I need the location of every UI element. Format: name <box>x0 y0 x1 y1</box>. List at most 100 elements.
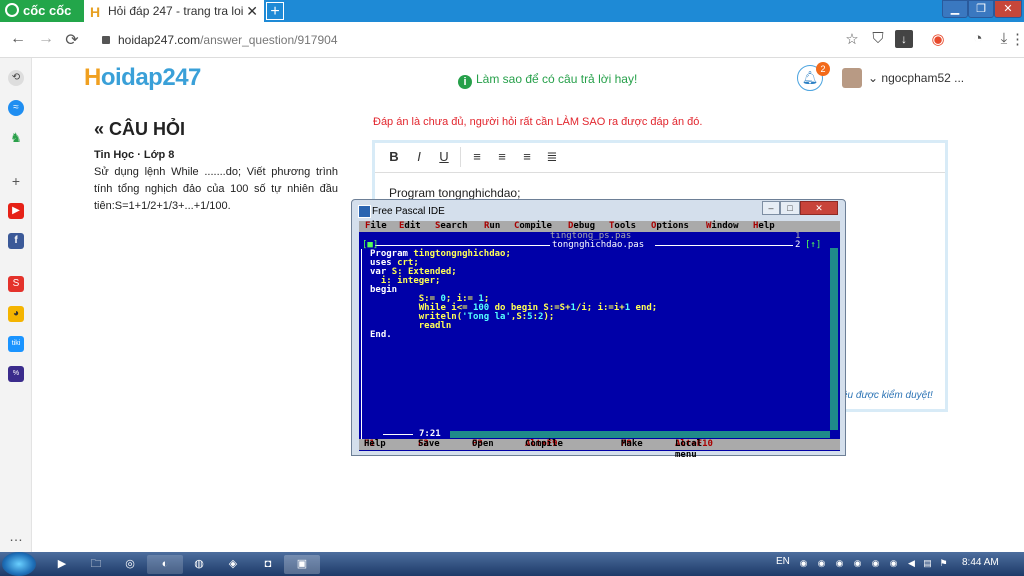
zalo-icon[interactable]: ◘ <box>250 555 286 574</box>
question-heading: « CÂU HỎI <box>94 119 186 139</box>
start-button[interactable] <box>2 552 36 576</box>
new-tab-button[interactable]: + <box>266 2 284 20</box>
back-icon[interactable]: ← <box>8 30 28 48</box>
fp-menu-window[interactable]: Window <box>706 221 739 232</box>
italic-button[interactable]: I <box>411 149 427 165</box>
logo-text: oidap247 <box>100 64 202 91</box>
howto-link[interactable]: i Làm sao để có câu trả lời hay! <box>458 70 637 89</box>
fp-zoom-box-icon[interactable]: [↑] <box>805 241 821 250</box>
fp-menu-file[interactable]: File <box>365 221 387 232</box>
avatar[interactable] <box>842 68 862 88</box>
underline-button[interactable]: U <box>436 149 452 165</box>
free-pascal-taskbar-icon[interactable]: ▣ <box>284 555 320 574</box>
info-icon: i <box>458 75 472 89</box>
question-subject: Tin Học · Lớp 8 <box>94 149 175 161</box>
fp-status-bar: F1 Help F2 Save F3 Open Alt+F9 Compile F… <box>359 439 840 460</box>
youtube-icon[interactable]: ▶ <box>8 203 24 219</box>
align-justify-icon[interactable]: ≣ <box>544 149 560 165</box>
volume-icon[interactable]: ◀ <box>906 558 917 569</box>
fp-menu-search[interactable]: Search <box>435 221 468 232</box>
fp-horizontal-scrollbar[interactable] <box>450 431 830 438</box>
align-right-icon[interactable]: ≡ <box>519 149 535 165</box>
fp-window-title: Free Pascal IDE <box>372 206 445 217</box>
close-window-button[interactable]: ✕ <box>994 0 1022 18</box>
minimize-button[interactable]: ▁ <box>942 0 968 18</box>
add-app-icon[interactable]: + <box>8 173 24 189</box>
site-logo[interactable]: Hoidap247 <box>84 64 201 92</box>
more-icon[interactable]: … <box>8 528 24 544</box>
tray-icon[interactable]: ◉ <box>888 558 899 569</box>
toolbar-divider <box>460 147 461 167</box>
coccoc-menu-button[interactable]: cốc cốc <box>0 0 84 22</box>
language-indicator[interactable]: EN <box>776 556 790 567</box>
explorer-icon[interactable]: 🗀︎ <box>78 555 114 574</box>
fp-active-file-name: tongnghichdao.pas <box>550 240 647 250</box>
coccoc-taskbar-icon[interactable]: ◐ <box>147 555 183 574</box>
weibo-icon[interactable]: ◍ <box>181 555 217 574</box>
game-mascot-icon[interactable]: ◕ <box>8 306 24 322</box>
history-icon[interactable]: ⟲ <box>8 70 24 86</box>
close-tab-icon[interactable]: ✕ <box>246 0 258 22</box>
fp-menu-run[interactable]: Run <box>484 221 500 232</box>
fp-frame-left <box>361 249 362 439</box>
fp-maximize-button[interactable]: □ <box>780 201 800 215</box>
answer-warning: Đáp án là chưa đủ, người hỏi rất cần LÀM… <box>373 116 703 128</box>
messenger-icon[interactable]: ≈ <box>8 100 24 116</box>
browser-tab[interactable]: H Hỏi đáp 247 - trang tra loi ✕ <box>84 0 264 22</box>
tray-icon[interactable]: ◉ <box>798 558 809 569</box>
fp-window-number: 2 <box>795 240 801 250</box>
logo-letter: H <box>84 64 101 91</box>
tray-icon[interactable]: ◉ <box>816 558 827 569</box>
promo-icon[interactable]: % <box>8 366 24 382</box>
fp-vertical-scrollbar[interactable] <box>830 248 838 430</box>
reload-icon[interactable]: ⟳ <box>62 30 82 50</box>
tray-icon[interactable]: ◉ <box>852 558 863 569</box>
extension-icon[interactable]: ◉ <box>928 30 948 48</box>
hoidap-favicon-icon: H <box>90 4 101 20</box>
url-field[interactable]: hoidap247.com/answer_question/917904 <box>92 28 832 52</box>
fp-frame-top-left <box>375 245 550 246</box>
align-left-icon[interactable]: ≡ <box>469 149 485 165</box>
tray-icon[interactable]: ◉ <box>834 558 845 569</box>
fp-menu-edit[interactable]: Edit <box>399 221 421 232</box>
fp-menu-help[interactable]: Help <box>753 221 775 232</box>
review-note: ều được kiểm duyệt! <box>842 390 933 401</box>
maximize-button[interactable]: ❐ <box>968 0 994 18</box>
username-menu[interactable]: ⌄ ngocpham52 ... <box>868 71 964 85</box>
menu-kebab-icon[interactable]: ⋮ <box>1010 30 1024 48</box>
tab-title: Hỏi đáp 247 - trang tra loi <box>108 4 244 18</box>
howto-text: Làm sao để có câu trả lời hay! <box>476 72 638 86</box>
tiki-icon[interactable]: tiki <box>8 336 24 352</box>
download-icon[interactable]: ↓ <box>895 30 913 48</box>
chrome-icon[interactable]: ◎ <box>112 555 148 574</box>
fp-cursor-position: 7:21 <box>417 429 443 439</box>
bold-button[interactable]: B <box>386 149 402 165</box>
taskbar-clock[interactable]: 8:44 AM <box>962 557 999 568</box>
game-icon[interactable]: ♞ <box>8 130 24 146</box>
fp-frame-top-right <box>655 245 793 246</box>
fp-menu-compile[interactable]: Compile <box>514 221 552 232</box>
chevron-down-icon: ⌄ <box>868 71 879 85</box>
code-line: End. <box>370 330 392 340</box>
notification-badge: 2 <box>816 62 830 76</box>
tray-icon[interactable]: ◉ <box>870 558 881 569</box>
forward-icon[interactable]: → <box>36 30 56 48</box>
facebook-icon[interactable]: f <box>8 233 24 249</box>
app-icon[interactable]: ◈ <box>215 555 251 574</box>
bookmark-star-icon[interactable]: ☆ <box>842 30 862 48</box>
align-center-icon[interactable]: ≡ <box>494 149 510 165</box>
shield-icon[interactable]: ⛉ <box>868 30 888 47</box>
question-text: Sử dụng lệnh While .......do; Viết phươn… <box>94 166 338 212</box>
url-path: /answer_question/917904 <box>200 33 338 47</box>
network-icon[interactable]: ▤ <box>922 558 933 569</box>
fp-menu-options[interactable]: Options <box>651 221 689 232</box>
username: ngocpham52 ... <box>881 71 965 85</box>
fp-minimize-button[interactable]: – <box>762 201 780 215</box>
coccoc-logo-icon <box>5 3 19 17</box>
profile-icon[interactable]: ◔ <box>968 30 988 47</box>
fp-close-button[interactable]: ✕ <box>800 201 838 215</box>
editor-content[interactable]: Program tongnghichdao; <box>389 186 520 200</box>
shopee-icon[interactable]: S <box>8 276 24 292</box>
flag-icon[interactable]: ⚑ <box>938 558 949 569</box>
media-player-icon[interactable]: ▶ <box>44 555 80 574</box>
